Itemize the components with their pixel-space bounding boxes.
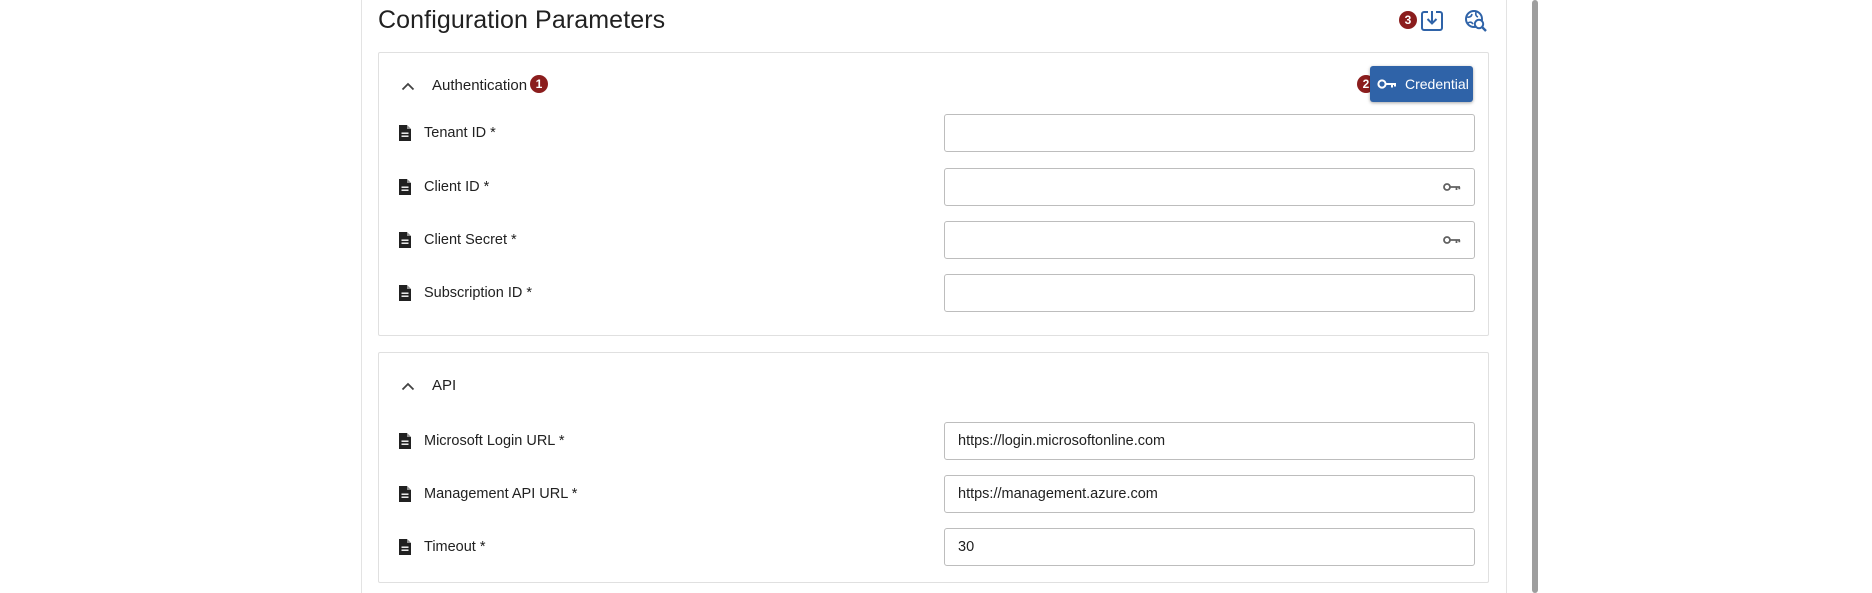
authentication-section-title: Authentication xyxy=(432,77,528,94)
management-api-url-field[interactable]: https://management.azure.com xyxy=(944,475,1475,513)
key-icon xyxy=(1377,78,1397,90)
subscription-id-field[interactable] xyxy=(944,274,1475,312)
management-api-url-row: Management API URL * https://management.… xyxy=(379,475,1488,513)
authentication-section-header[interactable]: Authentication 1 2 Credential xyxy=(379,53,1488,119)
tenant-id-row: Tenant ID * xyxy=(379,114,1488,152)
api-section-header[interactable]: API xyxy=(379,353,1488,419)
client-id-field[interactable] xyxy=(944,168,1475,206)
tenant-id-field[interactable] xyxy=(944,114,1475,152)
key-icon[interactable] xyxy=(1443,235,1461,245)
timeout-value: 30 xyxy=(958,539,975,555)
import-step-badge: 3 xyxy=(1399,11,1417,29)
client-secret-row: Client Secret * xyxy=(379,221,1488,259)
document-icon xyxy=(399,486,411,502)
chevron-up-icon[interactable] xyxy=(399,377,417,395)
management-api-url-label: Management API URL * xyxy=(424,486,578,502)
client-secret-label: Client Secret * xyxy=(424,232,517,248)
login-url-value: https://login.microsoftonline.com xyxy=(958,433,1166,449)
page-title: Configuration Parameters xyxy=(378,6,666,34)
page-root: Configuration Parameters 3 Authenticatio… xyxy=(0,0,1872,593)
subscription-id-row: Subscription ID * xyxy=(379,274,1488,312)
client-id-label: Client ID * xyxy=(424,179,490,195)
api-section: API Microsoft Login URL * https://login.… xyxy=(378,352,1489,583)
authentication-section: Authentication 1 2 Credential Tenant ID … xyxy=(378,52,1489,336)
login-url-label: Microsoft Login URL * xyxy=(424,433,565,449)
scrollbar[interactable] xyxy=(1532,0,1538,593)
document-icon xyxy=(399,232,411,248)
login-url-row: Microsoft Login URL * https://login.micr… xyxy=(379,422,1488,460)
login-url-field[interactable]: https://login.microsoftonline.com xyxy=(944,422,1475,460)
timeout-row: Timeout * 30 xyxy=(379,528,1488,566)
key-icon[interactable] xyxy=(1443,182,1461,192)
chevron-up-icon[interactable] xyxy=(399,77,417,95)
document-icon xyxy=(399,539,411,555)
globe-search-button[interactable] xyxy=(1463,8,1489,34)
document-icon xyxy=(399,433,411,449)
authentication-step-badge: 1 xyxy=(530,75,548,93)
header-actions: 3 xyxy=(1399,8,1499,34)
tenant-id-label: Tenant ID * xyxy=(424,125,496,141)
document-icon xyxy=(399,179,411,195)
management-api-url-value: https://management.azure.com xyxy=(958,486,1158,502)
client-id-row: Client ID * xyxy=(379,168,1488,206)
credential-button-label: Credential xyxy=(1405,76,1469,92)
document-icon xyxy=(399,285,411,301)
document-icon xyxy=(399,125,411,141)
api-section-title: API xyxy=(432,377,457,394)
timeout-label: Timeout * xyxy=(424,539,486,555)
import-download-icon xyxy=(1421,10,1443,31)
credential-button[interactable]: Credential xyxy=(1370,66,1473,102)
client-secret-field[interactable] xyxy=(944,221,1475,259)
import-button[interactable] xyxy=(1419,8,1445,34)
subscription-id-label: Subscription ID * xyxy=(424,285,532,301)
timeout-field[interactable]: 30 xyxy=(944,528,1475,566)
globe-search-icon xyxy=(1465,10,1487,32)
